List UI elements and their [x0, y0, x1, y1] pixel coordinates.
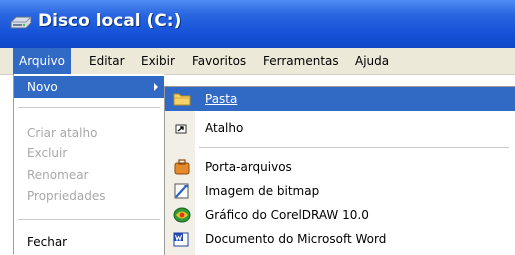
- submenu-item-porta-arquivos[interactable]: Porta-arquivos: [165, 155, 515, 179]
- submenu-item-label: Pasta: [205, 92, 238, 106]
- menu-ferramentas[interactable]: Ferramentas: [257, 48, 345, 74]
- bitmap-icon: [174, 183, 189, 199]
- menu-bar: Arquivo Editar Exibir Favoritos Ferramen…: [0, 48, 515, 75]
- menu-ajuda[interactable]: Ajuda: [349, 48, 395, 74]
- menu-item-propriedades[interactable]: Propriedades: [14, 185, 164, 207]
- menu-editar[interactable]: Editar: [83, 48, 131, 74]
- briefcase-icon: [174, 159, 190, 175]
- menu-exibir[interactable]: Exibir: [135, 48, 181, 74]
- menu-item-fechar[interactable]: Fechar: [14, 231, 164, 253]
- submenu-item-label: Porta-arquivos: [205, 160, 292, 174]
- file-menu: Novo Criar atalho Excluir Renomear Propr…: [13, 74, 164, 254]
- submenu-item-label: Documento do Microsoft Word: [205, 232, 387, 246]
- submenu-item-label: Imagem de bitmap: [205, 184, 320, 198]
- drive-icon: [10, 16, 32, 29]
- word-document-icon: [173, 232, 189, 247]
- shortcut-icon: [175, 124, 187, 134]
- menu-separator: [199, 147, 509, 148]
- menu-item-renomear[interactable]: Renomear: [14, 164, 164, 186]
- new-submenu: Pasta Atalho Porta-arquivos Imagem de bi…: [164, 86, 515, 255]
- menu-favoritos[interactable]: Favoritos: [186, 48, 252, 74]
- submenu-item-pasta[interactable]: Pasta: [165, 87, 515, 111]
- window-title: Disco local (C:): [38, 11, 182, 31]
- menu-item-criar-atalho[interactable]: Criar atalho: [14, 122, 164, 144]
- submenu-item-imagem-bitmap[interactable]: Imagem de bitmap: [165, 179, 515, 203]
- submenu-item-label: Atalho: [205, 121, 244, 135]
- menu-separator: [18, 219, 160, 220]
- menu-item-excluir[interactable]: Excluir: [14, 142, 164, 164]
- menu-item-novo[interactable]: Novo: [14, 76, 164, 98]
- submenu-item-coreldraw[interactable]: Gráfico do CorelDRAW 10.0: [165, 203, 515, 227]
- title-bar: Disco local (C:): [0, 0, 515, 48]
- menu-item-label: Novo: [27, 80, 58, 94]
- coreldraw-icon: [173, 207, 191, 223]
- submenu-item-label: Gráfico do CorelDRAW 10.0: [205, 208, 369, 222]
- submenu-item-atalho[interactable]: Atalho: [165, 116, 515, 140]
- submenu-arrow-icon: [154, 83, 158, 91]
- folder-icon: [173, 93, 191, 106]
- menu-separator: [18, 107, 160, 108]
- submenu-item-word[interactable]: Documento do Microsoft Word: [165, 227, 515, 251]
- menu-arquivo[interactable]: Arquivo: [13, 48, 71, 74]
